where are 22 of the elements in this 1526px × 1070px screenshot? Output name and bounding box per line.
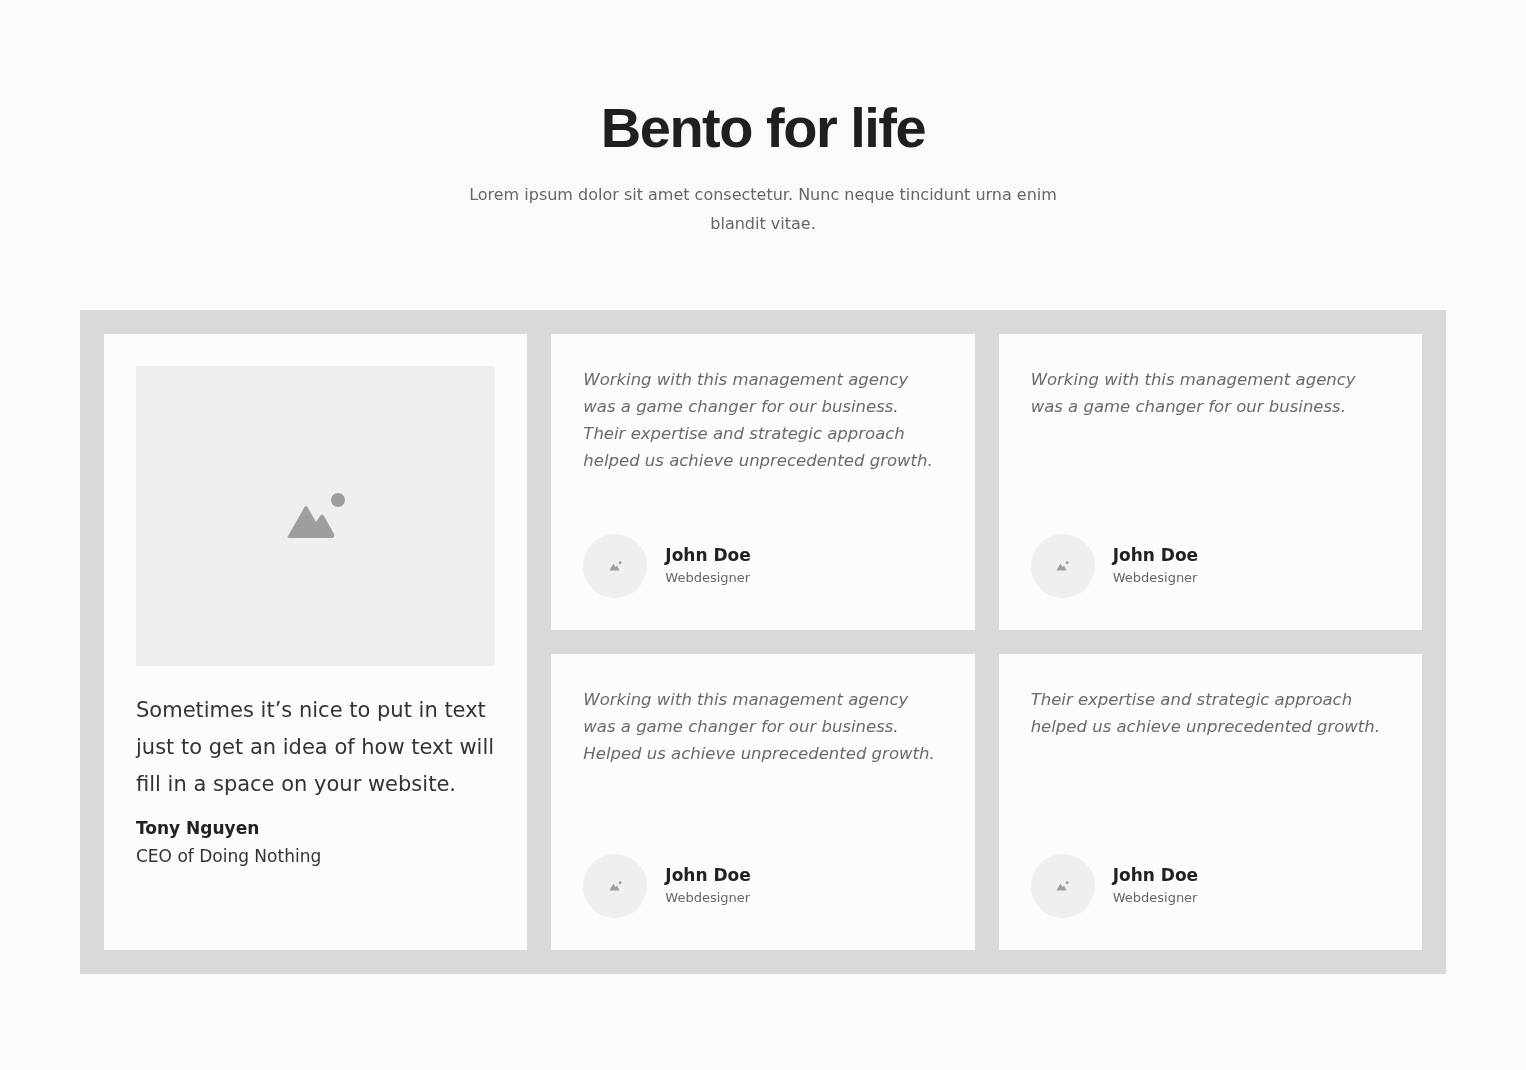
author-name: John Doe: [1112, 864, 1199, 887]
author-role: Webdesigner: [1112, 569, 1199, 587]
quote-text: Working with this management agency was a game changer for our business.: [1030, 369, 1357, 418]
author-name: Tony Nguyen: [136, 817, 261, 840]
author-role: Webdesigner: [665, 569, 751, 587]
quote-text: Working with this management agency was a game changer for our business. Their expertise and strategic approach helped us achieve unprecedented growth.: [583, 369, 934, 472]
quote-text: Sometimes it’s nice to put in text just to get an idea of how text will fill in a space on your website.: [136, 697, 496, 798]
mountain-icon: [608, 881, 622, 891]
mountain-icon: [285, 492, 346, 540]
author-role: CEO of Doing Nothing: [136, 845, 323, 868]
mountain-icon: [608, 561, 622, 571]
page-title: Bento for life: [600, 95, 926, 161]
mountain-icon: [1056, 561, 1070, 571]
mountain-icon: [1056, 881, 1070, 891]
author-name: John Doe: [665, 544, 751, 567]
subtitle: Lorem ipsum dolor sit amet consectetur. Nunc neque tincidunt urna enim blandit vitae.: [468, 184, 1058, 235]
quote-text: Their expertise and strategic approach helped us achieve unprecedented growth.: [1030, 689, 1382, 738]
author-name: John Doe: [1112, 544, 1199, 567]
author-name: John Doe: [665, 864, 751, 887]
quote-text: Working with this management agency was a game changer for our business. Helped us achieve unprecedented growth.: [583, 689, 936, 765]
author-role: Webdesigner: [1112, 889, 1199, 907]
author-role: Webdesigner: [665, 889, 751, 907]
